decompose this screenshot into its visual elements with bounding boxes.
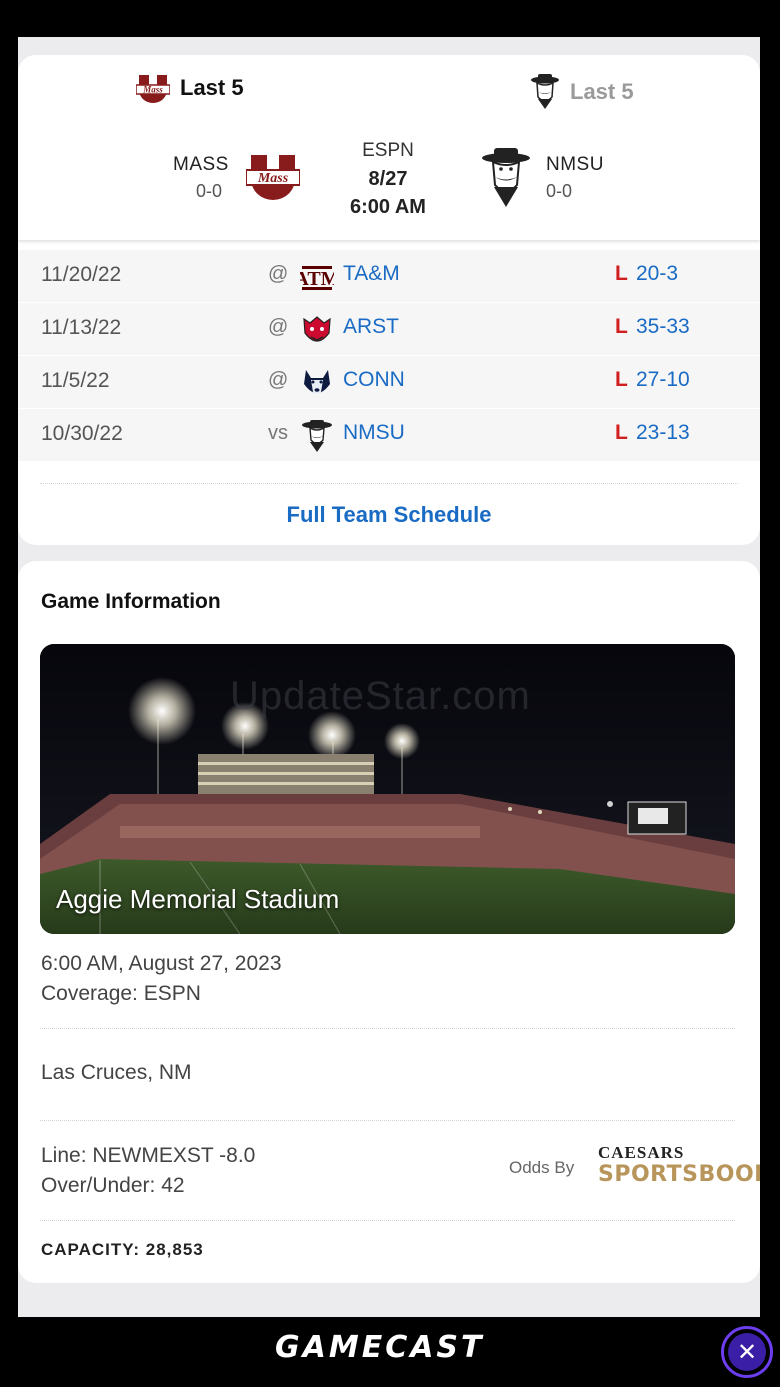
coverage: Coverage: ESPN — [41, 982, 201, 1005]
last-five-card: Mass Last 5 Last 5 MASS 0-0 Mass ESPN 8/… — [18, 55, 760, 545]
opponent-link[interactable]: ARST — [343, 315, 399, 339]
betting-line: Line: NEWMEXST -8.0 — [41, 1144, 256, 1167]
tab-label: Last 5 — [570, 79, 634, 104]
table-row[interactable]: 11/13/22 @ ARST L 35-33 — [18, 303, 760, 356]
score-link[interactable]: 27-10 — [636, 368, 690, 392]
game-date: 11/5/22 — [41, 369, 110, 392]
svg-text:ATM: ATM — [300, 268, 334, 290]
home-away-indicator: @ — [268, 369, 289, 391]
away-team-record: 0-0 — [196, 181, 223, 201]
matchup-header: Mass Last 5 Last 5 MASS 0-0 Mass ESPN 8/… — [18, 55, 760, 240]
game-time: 6:00 AM — [350, 196, 426, 218]
divider — [40, 1120, 735, 1121]
close-icon: ✕ — [728, 1333, 766, 1371]
section-title: Game Information — [41, 590, 221, 613]
nmsu-logo-icon[interactable] — [481, 147, 531, 209]
caesars-sportsbook-logo[interactable]: CAESARS SPORTSBOOK — [598, 1144, 760, 1186]
divider — [40, 483, 738, 484]
sportsbook-top: CAESARS — [598, 1143, 685, 1162]
home-away-indicator: vs — [268, 422, 288, 444]
table-row[interactable]: 10/30/22 vs NMSU L 23-13 — [18, 409, 760, 462]
home-team-record: 0-0 — [546, 181, 573, 201]
table-row[interactable]: 11/20/22 @ ATM TA&M L 20-3 — [18, 250, 760, 303]
divider — [40, 1220, 735, 1221]
opponent-link[interactable]: CONN — [343, 368, 405, 392]
game-date: 10/30/22 — [41, 422, 123, 445]
game-information-card: Game Information UpdateStar.com Aggie Me… — [18, 561, 760, 1283]
umass-logo-icon: Mass — [136, 75, 170, 103]
game-meta: ESPN 8/27 6:00 AM — [318, 137, 458, 221]
broadcast-network: ESPN — [362, 140, 414, 161]
result-indicator: L — [615, 368, 628, 391]
stadium-name: Aggie Memorial Stadium — [56, 884, 340, 914]
texas-am-logo-icon: ATM — [300, 266, 334, 290]
home-team-abbr: NMSU — [546, 154, 604, 175]
close-button[interactable]: ✕ — [721, 1326, 773, 1378]
umass-logo-icon[interactable]: Mass — [246, 153, 300, 201]
location: Las Cruces, NM — [41, 1061, 192, 1084]
result-indicator: L — [615, 315, 628, 338]
stadium-capacity: CAPACITY: 28,853 — [41, 1240, 204, 1259]
score-link[interactable]: 23-13 — [636, 421, 690, 445]
watermark: UpdateStar.com — [230, 674, 531, 718]
tab-label: Last 5 — [180, 75, 244, 100]
full-team-schedule-link[interactable]: Full Team Schedule — [18, 502, 760, 528]
nmsu-logo-icon — [531, 74, 559, 109]
uconn-husky-logo-icon — [304, 370, 330, 394]
gamecast-banner: GAMECAST ✕ — [0, 1317, 780, 1387]
game-datetime: 6:00 AM, August 27, 2023 — [41, 952, 282, 975]
result-indicator: L — [615, 421, 628, 444]
sportsbook-bottom: SPORTSBOOK — [598, 1162, 760, 1187]
result-indicator: L — [615, 262, 628, 285]
svg-text:Mass: Mass — [257, 171, 289, 186]
divider — [40, 1028, 735, 1029]
svg-text:Mass: Mass — [142, 85, 163, 95]
opponent-link[interactable]: TA&M — [343, 262, 400, 286]
away-team-abbr: MASS — [173, 154, 229, 175]
home-away-indicator: @ — [268, 316, 289, 338]
game-date: 11/20/22 — [41, 263, 122, 286]
home-away-indicator: @ — [268, 263, 289, 285]
tab-nmsu-last5[interactable]: Last 5 — [530, 73, 634, 111]
nmsu-logo-icon — [302, 420, 332, 452]
tab-umass-last5[interactable]: Mass Last 5 — [136, 73, 244, 103]
opponent-link[interactable]: NMSU — [343, 421, 405, 445]
over-under: Over/Under: 42 — [41, 1174, 185, 1197]
score-link[interactable]: 35-33 — [636, 315, 690, 339]
odds-by-label: Odds By — [509, 1158, 575, 1177]
arkansas-state-logo-icon — [303, 316, 331, 342]
score-link[interactable]: 20-3 — [636, 262, 678, 286]
game-date: 11/13/22 — [41, 316, 122, 339]
table-row[interactable]: 11/5/22 @ CONN L 27-10 — [18, 356, 760, 409]
last-five-list: 11/20/22 @ ATM TA&M L 20-3 11/13/22 @ AR… — [18, 250, 760, 462]
game-date: 8/27 — [368, 168, 408, 190]
gamecast-logo: GAMECAST — [275, 1330, 485, 1365]
stadium-image[interactable]: UpdateStar.com Aggie Memorial Stadium — [40, 644, 735, 934]
